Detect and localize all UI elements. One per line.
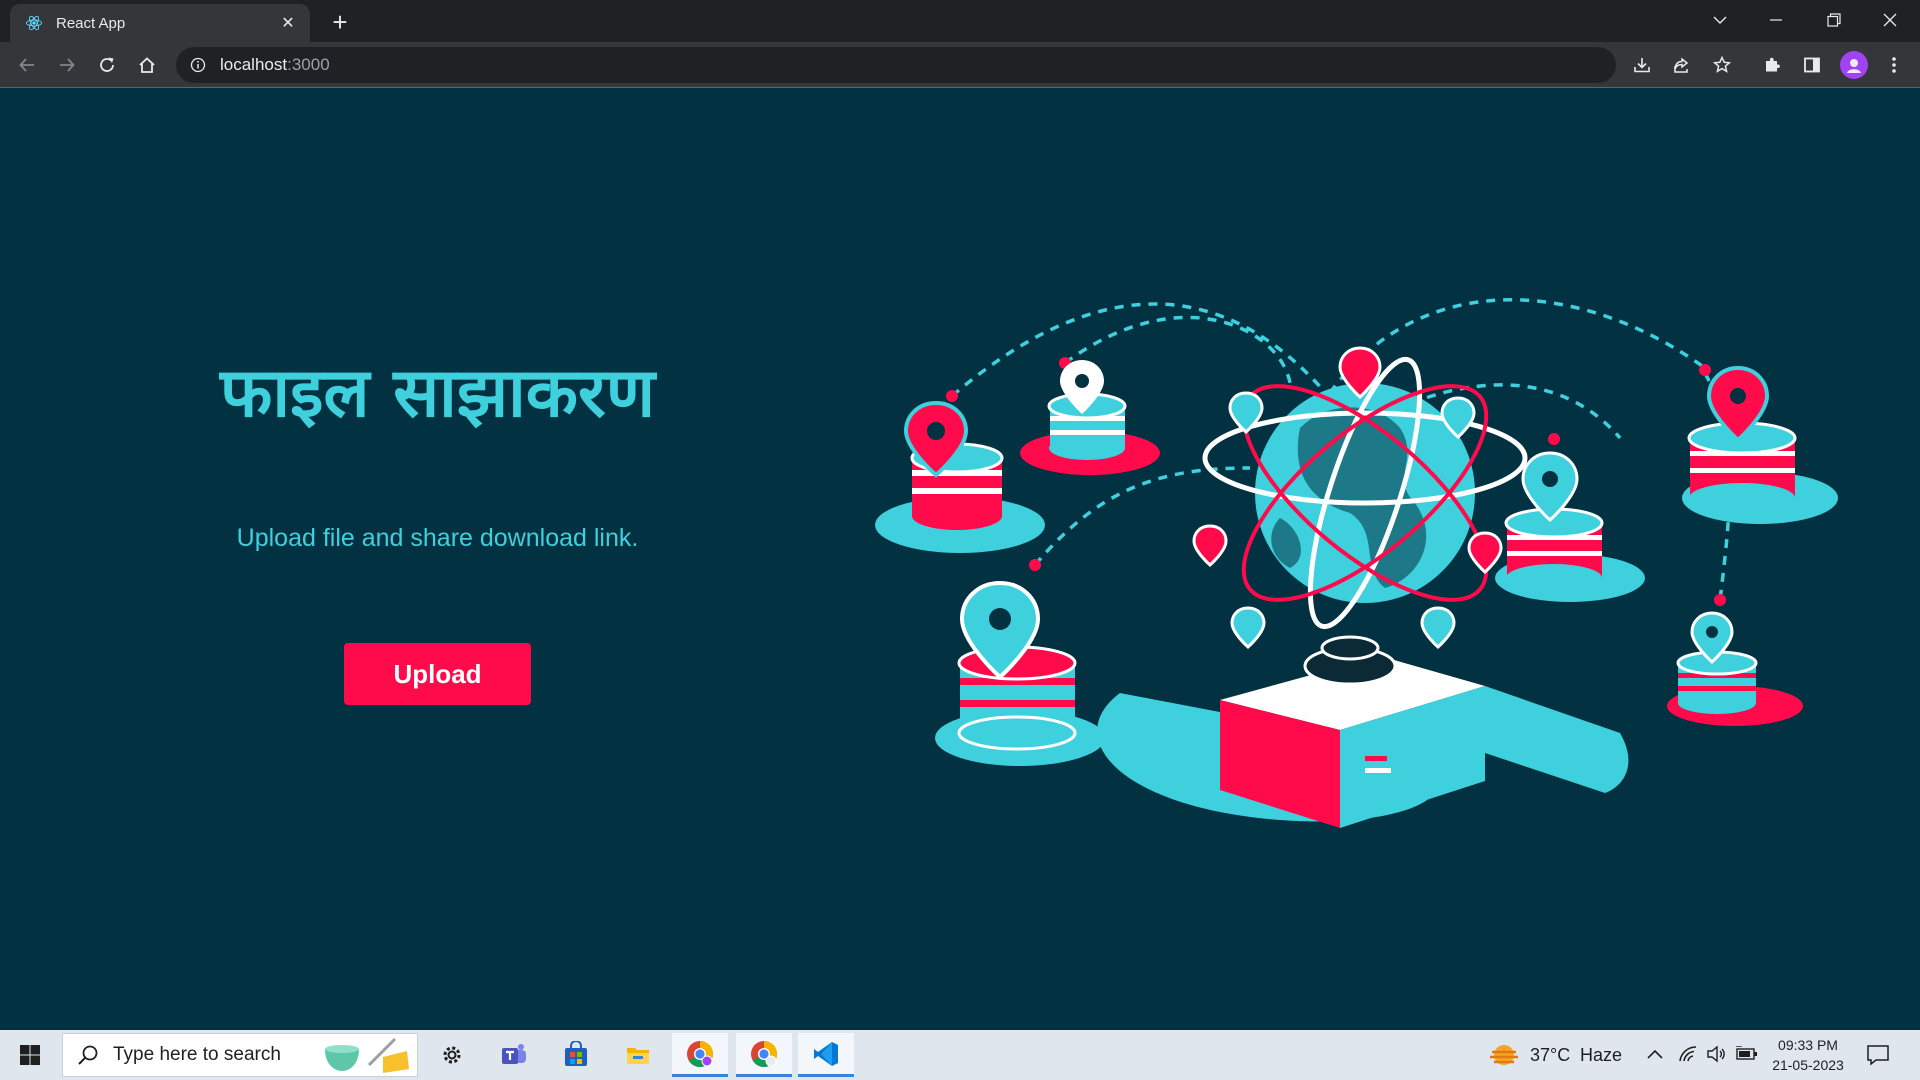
database-stack-4 [1495, 451, 1645, 602]
notification-icon [1867, 1045, 1889, 1066]
battery-icon [1736, 1045, 1757, 1060]
chevron-down-icon [1713, 16, 1727, 24]
search-placeholder: Type here to search [113, 1044, 281, 1065]
forward-button[interactable] [53, 51, 81, 79]
taskbar-file-explorer[interactable] [610, 1033, 666, 1077]
info-icon [190, 57, 206, 73]
taskbar-search-box[interactable]: Type here to search [62, 1033, 418, 1077]
minimize-button[interactable] [1748, 0, 1804, 40]
url-text: localhost:3000 [220, 55, 330, 75]
address-bar[interactable]: localhost:3000 [176, 47, 1616, 83]
avatar-icon [1847, 59, 1861, 73]
url-port: :3000 [287, 55, 330, 74]
database-stack-3 [935, 580, 1105, 766]
share-icon [1674, 57, 1689, 73]
close-window-button[interactable] [1862, 0, 1918, 40]
download-icon [1634, 58, 1650, 73]
file-explorer-icon [627, 1048, 649, 1064]
start-button[interactable] [8, 1038, 52, 1072]
profile-avatar[interactable] [1840, 51, 1868, 79]
taskbar-teams[interactable] [486, 1033, 542, 1077]
upload-button[interactable]: Upload [344, 643, 531, 705]
chrome-icon [751, 1040, 778, 1067]
clock-time: 09:33 PM [1778, 1037, 1838, 1053]
notification-center-button[interactable] [1866, 1044, 1890, 1071]
puzzle-icon [1766, 57, 1780, 72]
home-button[interactable] [133, 51, 161, 79]
teams-icon [502, 1044, 526, 1064]
more-vertical-icon [1892, 57, 1896, 73]
arrow-right-icon [60, 58, 75, 72]
install-app-button[interactable] [1628, 51, 1656, 79]
browser-toolbar: localhost:3000 [0, 42, 1920, 88]
taskbar-chrome-1[interactable] [672, 1033, 728, 1077]
database-stack-5 [1682, 365, 1838, 524]
weather-temperature[interactable]: 37°C [1530, 1045, 1570, 1066]
network-globe-illustration [875, 298, 1838, 828]
extensions-button[interactable] [1758, 51, 1786, 79]
new-tab-button[interactable]: + [326, 8, 354, 36]
taskbar-vscode[interactable] [798, 1033, 854, 1077]
speaker-icon [1707, 1045, 1725, 1063]
taskbar-store[interactable] [548, 1033, 604, 1077]
database-stack-1 [875, 400, 1045, 553]
url-host: localhost [220, 55, 288, 74]
side-panel-icon [1804, 57, 1820, 73]
windows-taskbar: Type here to search 37°C Haze 09:33 PM 2… [0, 1030, 1920, 1080]
vscode-icon [814, 1041, 838, 1066]
store-icon [565, 1041, 587, 1066]
tray-overflow-button[interactable] [1646, 1045, 1664, 1068]
tab-close-icon[interactable]: ✕ [278, 13, 298, 33]
reload-icon [100, 57, 114, 72]
windows-logo-icon [20, 1045, 40, 1065]
tab-strip: React App ✕ + [0, 0, 1920, 42]
weather-icon[interactable] [1490, 1042, 1520, 1073]
taskbar-chrome-2[interactable] [736, 1033, 792, 1077]
taskbar-settings[interactable] [424, 1033, 480, 1077]
star-icon [1712, 55, 1732, 73]
wifi-icon [1679, 1046, 1697, 1062]
bookmark-button[interactable] [1708, 51, 1736, 79]
battery-button[interactable] [1736, 1045, 1758, 1067]
share-button[interactable] [1668, 51, 1696, 79]
volume-button[interactable] [1706, 1045, 1726, 1068]
react-icon [24, 13, 44, 33]
browser-tab-react-app[interactable]: React App ✕ [10, 4, 310, 42]
search-icon [78, 1045, 98, 1065]
minimize-icon [1770, 19, 1782, 21]
clock-date: 21-05-2023 [1772, 1057, 1844, 1073]
side-panel-button[interactable] [1798, 51, 1826, 79]
close-icon [1883, 13, 1897, 27]
database-stack-6 [1667, 611, 1803, 726]
restore-icon [1827, 13, 1841, 27]
browser-chrome: React App ✕ + localhost:3000 [0, 0, 1920, 88]
tab-title: React App [56, 14, 126, 32]
server-platform [1097, 635, 1629, 828]
network-button[interactable] [1678, 1045, 1698, 1068]
home-icon [139, 57, 155, 73]
page-content: फाइल साझाकरण Upload file and share downl… [0, 88, 1920, 1030]
reload-button[interactable] [93, 51, 121, 79]
weather-condition[interactable]: Haze [1580, 1045, 1622, 1066]
tab-search-button[interactable] [1692, 0, 1748, 40]
page-title: फाइल साझाकरण [219, 354, 655, 433]
chevron-up-icon [1647, 1049, 1663, 1059]
database-stack-2 [1020, 360, 1160, 475]
restore-button[interactable] [1806, 0, 1862, 40]
chrome-icon [687, 1040, 714, 1067]
back-button[interactable] [13, 51, 41, 79]
browser-menu-button[interactable] [1880, 51, 1908, 79]
search-highlight-illustration-icon [325, 1037, 409, 1073]
taskbar-clock[interactable]: 09:33 PM 21-05-2023 [1766, 1035, 1850, 1075]
page-subtitle: Upload file and share download link. [236, 524, 639, 552]
arrow-left-icon [19, 58, 34, 72]
settings-icon [443, 1046, 461, 1064]
